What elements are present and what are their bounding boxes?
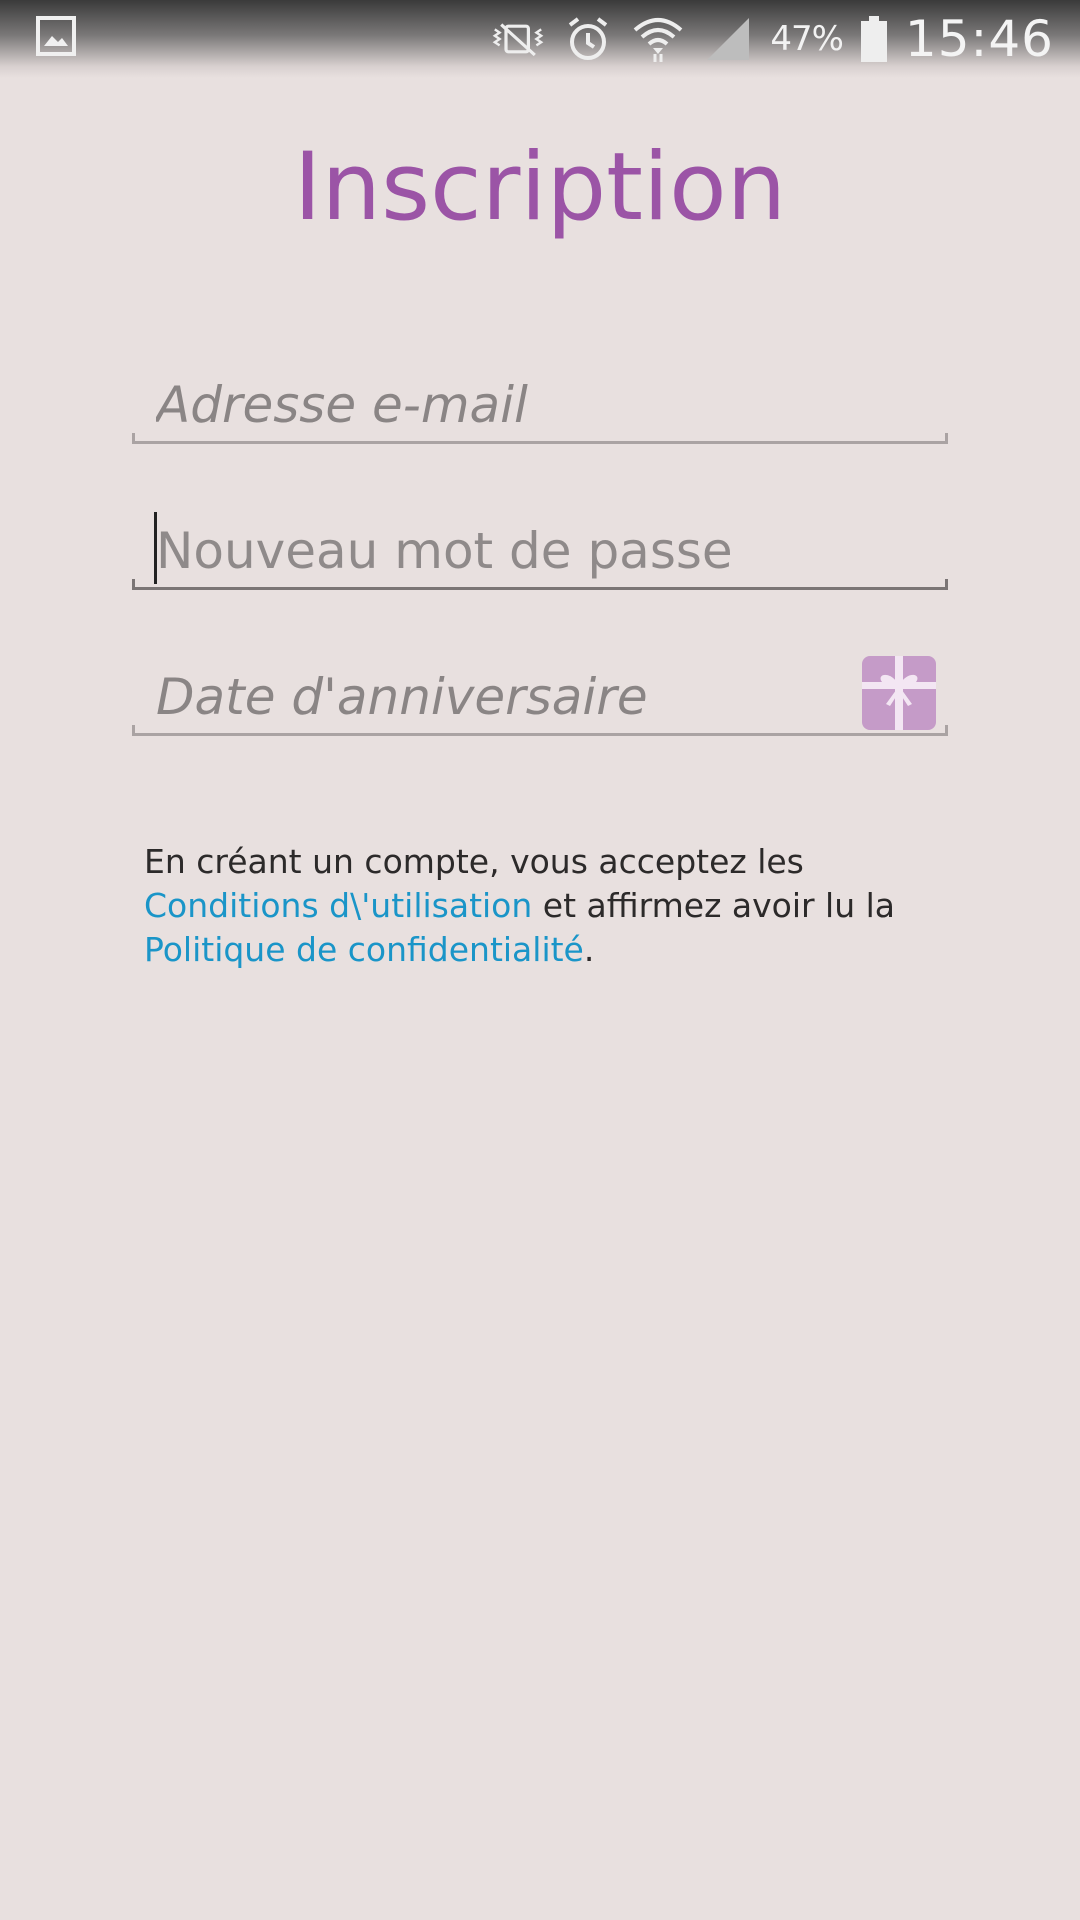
privacy-policy-link[interactable]: Politique de confidentialité: [144, 930, 584, 969]
terms-of-use-link[interactable]: Conditions d\'utilisation: [144, 886, 532, 925]
wifi-icon: [630, 14, 686, 64]
birthday-underline: [132, 725, 948, 736]
battery-percentage: 47%: [770, 19, 844, 59]
birthday-field[interactable]: [132, 656, 948, 736]
email-input[interactable]: [156, 372, 856, 438]
birthday-input[interactable]: [156, 664, 856, 730]
status-icons: 47% 15:46: [490, 6, 1054, 72]
gallery-notification-icon: [36, 16, 76, 56]
password-underline: [132, 579, 948, 590]
terms-suffix: .: [583, 930, 595, 969]
vibrate-mute-icon: [490, 14, 546, 64]
alarm-icon: [560, 14, 616, 64]
email-underline: [132, 433, 948, 444]
battery-icon: [857, 14, 891, 64]
terms-prefix: En créant un compte, vous acceptez les: [144, 842, 804, 881]
status-bar: 47% 15:46: [0, 0, 1080, 78]
terms-notice: En créant un compte, vous acceptez les C…: [144, 840, 944, 972]
terms-middle: et affirmez avoir lu la: [532, 886, 896, 925]
password-input[interactable]: [156, 518, 856, 584]
text-cursor: [154, 512, 157, 584]
page-title: Inscription: [293, 133, 787, 242]
password-field[interactable]: [132, 518, 948, 590]
status-clock: 15:46: [904, 10, 1054, 68]
signal-icon: [700, 14, 756, 64]
gift-icon[interactable]: [862, 656, 936, 730]
email-field[interactable]: [132, 372, 948, 444]
